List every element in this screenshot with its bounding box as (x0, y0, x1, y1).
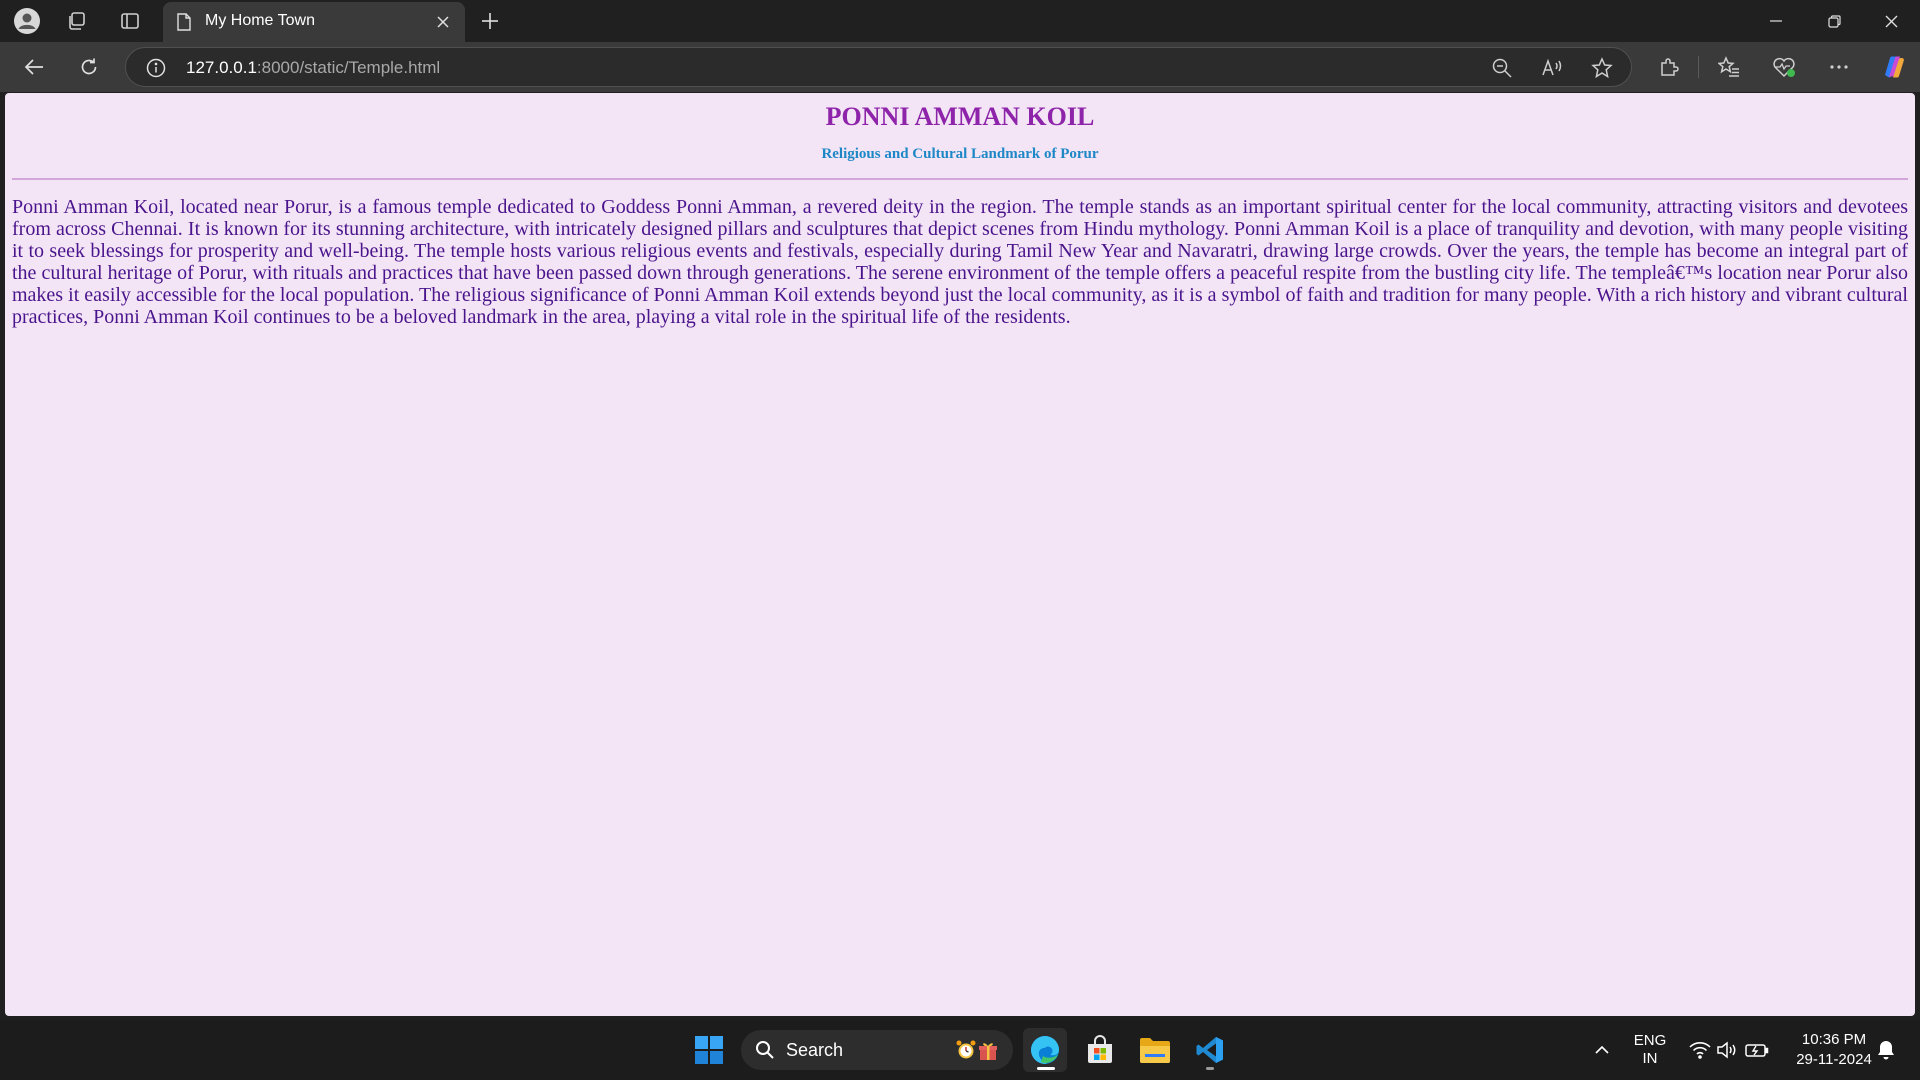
taskbar-search[interactable]: Search (741, 1030, 1013, 1070)
site-info-icon[interactable] (146, 58, 166, 83)
favorites-icon[interactable] (1713, 51, 1745, 83)
clock-date: 29-11-2024 (1796, 1051, 1872, 1068)
back-button[interactable] (18, 51, 50, 83)
input-language-indicator[interactable]: ENG IN (1628, 1032, 1672, 1068)
clock-time: 10:36 PM (1801, 1031, 1867, 1048)
url-host: 127.0.0.1 (186, 58, 257, 77)
running-app-indicator (1206, 1067, 1214, 1070)
file-explorer-icon[interactable] (1133, 1028, 1177, 1072)
copilot-icon[interactable] (1877, 51, 1909, 83)
close-tab-icon[interactable] (428, 7, 458, 37)
show-hidden-icons-chevron-icon[interactable] (1580, 1028, 1624, 1072)
tab-title: My Home Town (205, 12, 315, 29)
browser-essentials-icon[interactable] (1768, 51, 1800, 83)
search-icon (755, 1040, 775, 1065)
gift-icon (977, 1040, 999, 1067)
read-aloud-icon[interactable] (1541, 57, 1563, 84)
volume-icon[interactable] (1712, 1028, 1742, 1072)
url-text[interactable]: 127.0.0.1:8000/static/Temple.html (186, 58, 440, 78)
page-title: PONNI AMMAN KOIL (825, 102, 1095, 131)
region-code: IN (1642, 1050, 1658, 1067)
edge-taskbar-icon[interactable] (1023, 1028, 1067, 1072)
extensions-icon[interactable] (1653, 51, 1685, 83)
restore-button[interactable] (1805, 0, 1863, 42)
browser-toolbar: 127.0.0.1:8000/static/Temple.html (0, 42, 1920, 92)
browser-titlebar: My Home Town (0, 0, 1920, 42)
windows-taskbar: Search ENG IN 10:36 PM 29-11-2024 (0, 1020, 1920, 1080)
url-path: :8000/static/Temple.html (256, 58, 441, 77)
tab-my-home-town[interactable]: My Home Town (163, 2, 465, 42)
page-icon (177, 13, 191, 36)
page-subtitle: Religious and Cultural Landmark of Porur (821, 146, 1099, 162)
temple-description: Ponni Amman Koil, located near Porur, is… (12, 196, 1908, 328)
address-bar[interactable]: 127.0.0.1:8000/static/Temple.html (125, 47, 1632, 87)
toolbar-divider (1698, 56, 1699, 78)
notification-bell-icon[interactable] (1870, 1028, 1902, 1072)
microsoft-store-icon[interactable] (1078, 1028, 1122, 1072)
close-window-button[interactable] (1862, 0, 1920, 42)
divider (12, 178, 1908, 180)
vscode-icon[interactable] (1188, 1028, 1232, 1072)
vertical-tabs-icon[interactable] (115, 6, 145, 36)
alarm-clock-icon (955, 1039, 977, 1066)
new-tab-button[interactable] (475, 6, 505, 36)
refresh-button[interactable] (73, 51, 105, 83)
more-options-icon[interactable] (1823, 51, 1855, 83)
battery-icon[interactable] (1740, 1028, 1774, 1072)
page-viewport: PONNI AMMAN KOIL Religious and Cultural … (5, 93, 1915, 1016)
active-app-indicator (1037, 1067, 1055, 1070)
profile-icon[interactable] (12, 6, 42, 36)
favorite-star-icon[interactable] (1591, 57, 1613, 84)
clock[interactable]: 10:36 PM 29-11-2024 (1784, 1030, 1884, 1070)
zoom-out-icon[interactable] (1491, 57, 1513, 84)
search-label: Search (786, 1040, 844, 1060)
minimize-button[interactable] (1747, 0, 1805, 42)
workspaces-icon[interactable] (62, 6, 92, 36)
wifi-icon[interactable] (1685, 1028, 1715, 1072)
language-code: ENG (1633, 1032, 1667, 1049)
start-icon[interactable] (687, 1028, 731, 1072)
